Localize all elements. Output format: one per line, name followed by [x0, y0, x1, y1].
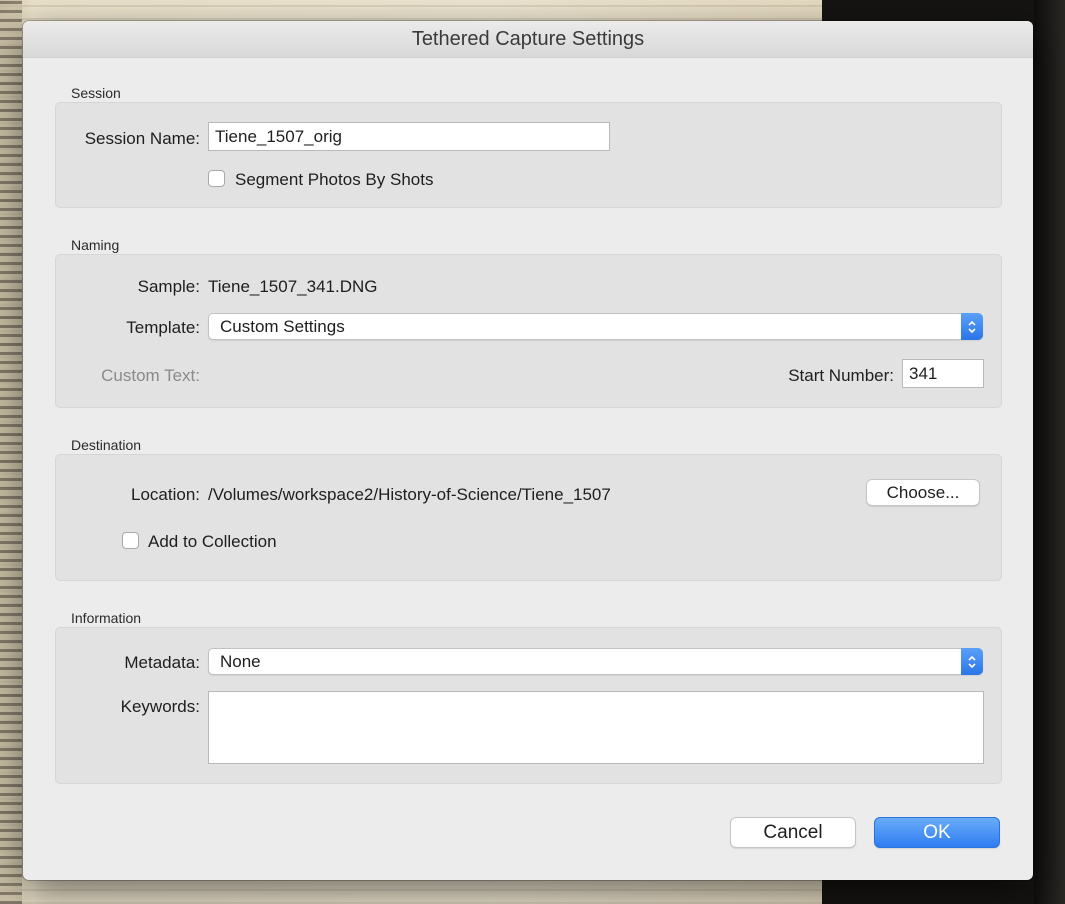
cancel-button[interactable]: Cancel — [730, 817, 856, 848]
session-group: Session Name: Segment Photos By Shots — [55, 102, 1002, 208]
section-title-naming: Naming — [71, 237, 120, 253]
metadata-select[interactable]: None — [208, 648, 983, 675]
destination-group: Location: /Volumes/workspace2/History-of… — [55, 454, 1002, 581]
start-number-label: Start Number: — [788, 366, 894, 385]
metadata-select-value: None — [220, 652, 261, 671]
tethered-capture-dialog: Tethered Capture Settings Session Sessio… — [23, 21, 1033, 880]
section-title-information: Information — [71, 610, 142, 626]
add-to-collection-checkbox[interactable] — [122, 532, 139, 549]
template-label: Template: — [126, 318, 200, 337]
session-name-input[interactable] — [208, 122, 610, 151]
information-group: Metadata: None Keywords: — [55, 627, 1002, 784]
background-text-column — [0, 0, 22, 904]
start-number-input[interactable] — [902, 359, 984, 388]
segment-photos-checkbox[interactable] — [208, 170, 225, 187]
template-select[interactable]: Custom Settings — [208, 313, 983, 340]
section-title-session: Session — [71, 85, 121, 101]
chevron-updown-icon — [961, 648, 983, 675]
sample-label: Sample: — [137, 277, 200, 296]
custom-text-label: Custom Text: — [101, 366, 200, 385]
location-label: Location: — [131, 485, 200, 504]
template-select-value: Custom Settings — [220, 317, 345, 336]
metadata-label: Metadata: — [124, 653, 200, 672]
keywords-textarea[interactable] — [208, 691, 984, 764]
keywords-label: Keywords: — [120, 697, 200, 716]
dialog-title: Tethered Capture Settings — [23, 21, 1033, 58]
add-to-collection-label: Add to Collection — [148, 532, 277, 551]
background-dark-edge — [1034, 0, 1065, 904]
ok-button[interactable]: OK — [874, 817, 1000, 848]
section-title-destination: Destination — [71, 437, 142, 453]
choose-button[interactable]: Choose... — [866, 479, 980, 506]
session-name-label: Session Name: — [84, 129, 200, 148]
location-value: /Volumes/workspace2/History-of-Science/T… — [208, 485, 611, 504]
chevron-updown-icon — [961, 313, 983, 340]
sample-value: Tiene_1507_341.DNG — [208, 277, 378, 296]
naming-group: Sample: Tiene_1507_341.DNG Template: Cus… — [55, 254, 1002, 408]
segment-photos-label: Segment Photos By Shots — [235, 170, 434, 189]
